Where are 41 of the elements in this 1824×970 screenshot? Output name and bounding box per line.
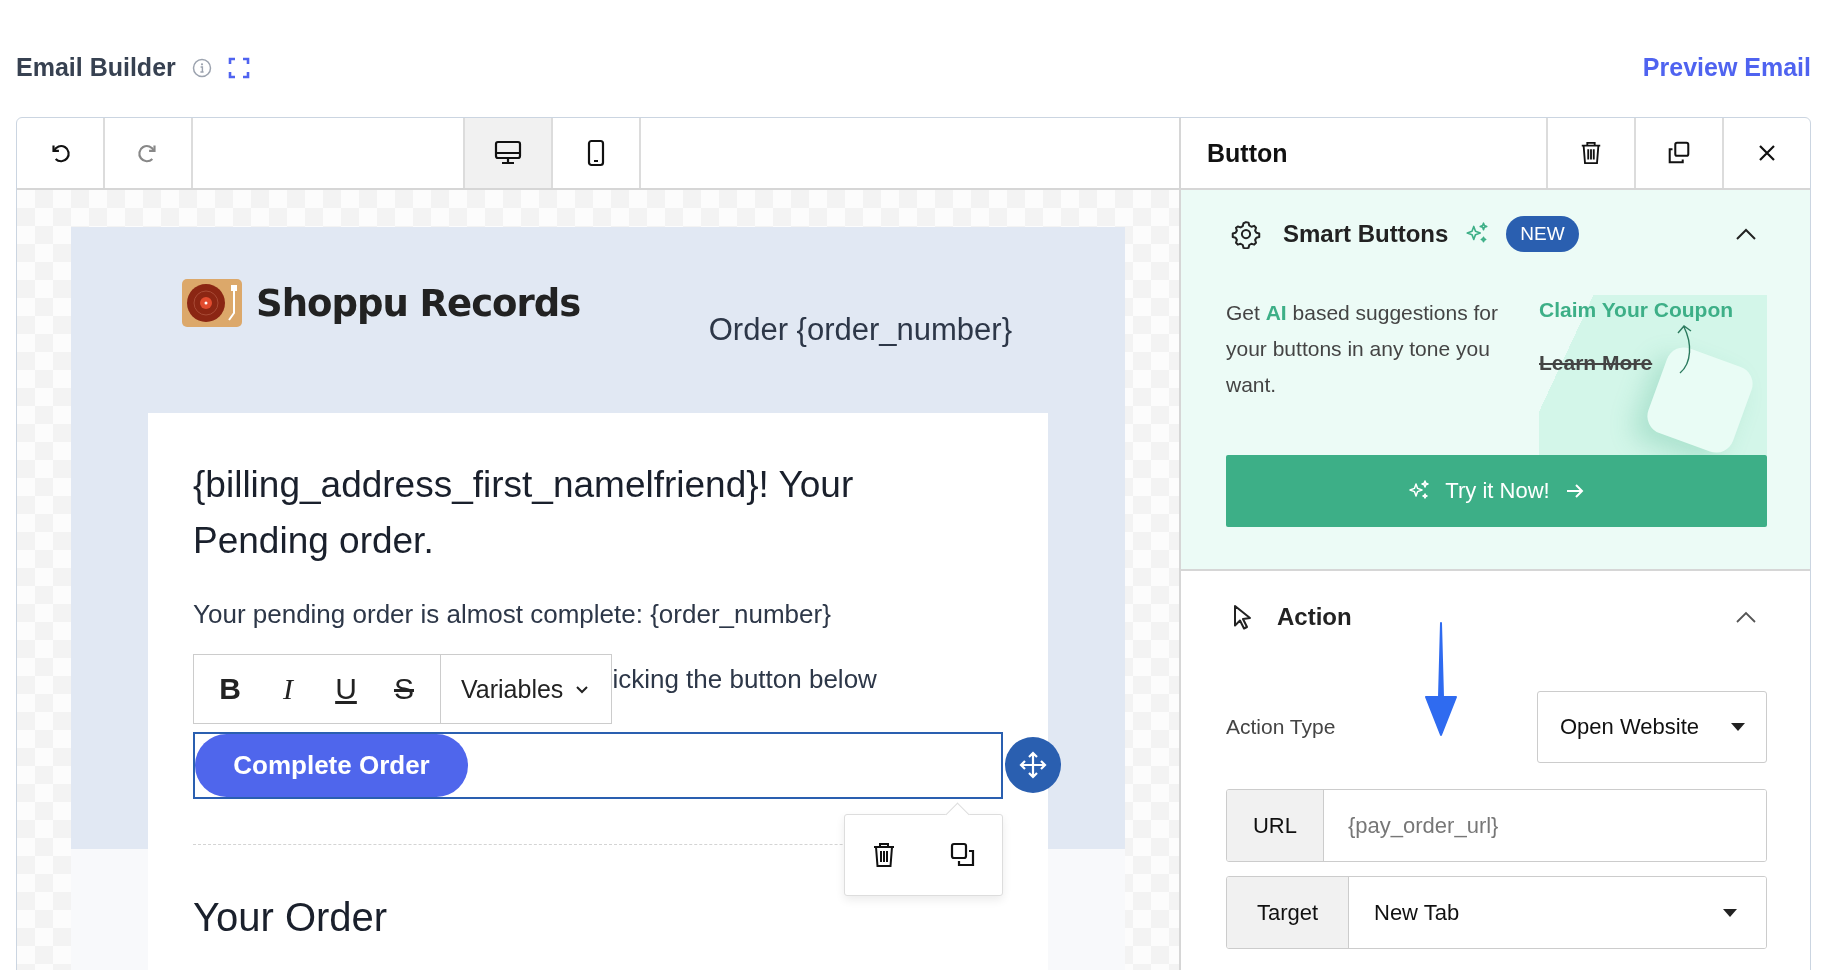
brand-name: Shoppu Records: [256, 281, 581, 325]
collapse-chevron-icon[interactable]: [1735, 610, 1757, 624]
email-paragraph: icking the button below: [612, 664, 877, 695]
italic-button[interactable]: I: [262, 664, 314, 714]
promo-title: Claim Your Coupon: [1539, 298, 1734, 322]
collapse-chevron-icon[interactable]: [1735, 227, 1757, 241]
action-type-label: Action Type: [1226, 715, 1336, 739]
complete-order-button[interactable]: Complete Order: [195, 734, 468, 797]
struck-promo-text: Learn More: [1539, 351, 1653, 375]
panel-title: Button: [1206, 137, 1289, 169]
smart-buttons-description: Get AI based suggestions for your buttons in any tone you want.: [1226, 300, 1499, 398]
duplicate-icon[interactable]: [948, 841, 977, 869]
email-heading: {billing_address_first_namelfriend}! Your Pending order.: [193, 463, 855, 563]
mobile-icon[interactable]: [586, 139, 606, 167]
dropdown-caret-icon[interactable]: [1730, 722, 1746, 732]
bold-button[interactable]: B: [204, 664, 256, 714]
page-title: Email Builder: [16, 53, 176, 82]
trash-icon[interactable]: [1579, 140, 1603, 166]
section-title: Smart Buttons: [1283, 220, 1449, 248]
record-player-logo-icon: [182, 279, 242, 327]
selected-button-block[interactable]: Complete Order: [193, 732, 1003, 799]
variables-dropdown[interactable]: Variables: [441, 655, 612, 723]
action-type-dropdown[interactable]: Open Website: [1537, 691, 1767, 763]
section-title: Your Order: [193, 895, 389, 940]
order-number-text: Order {order_number}: [708, 312, 1012, 349]
url-label: URL: [1227, 790, 1324, 861]
underline-button[interactable]: U: [320, 664, 372, 714]
desktop-icon[interactable]: [493, 139, 523, 167]
dropdown-caret-icon[interactable]: [1722, 907, 1738, 918]
settings-icon: [1231, 219, 1261, 249]
desktop-view-button[interactable]: [465, 118, 553, 188]
fullscreen-icon[interactable]: [227, 56, 250, 79]
move-handle-icon[interactable]: [1005, 737, 1061, 793]
strike-button[interactable]: S: [378, 664, 430, 714]
preview-email-link[interactable]: Preview Email: [1642, 53, 1811, 82]
url-field[interactable]: URL {pay_order_url}: [1226, 789, 1767, 862]
section-title: Action: [1277, 603, 1352, 631]
email-paragraph: Your pending order is almost complete: {order_number}: [193, 599, 832, 630]
target-label: Target: [1227, 877, 1349, 948]
new-badge: NEW: [1506, 216, 1579, 252]
duplicate-icon[interactable]: [1666, 140, 1692, 166]
